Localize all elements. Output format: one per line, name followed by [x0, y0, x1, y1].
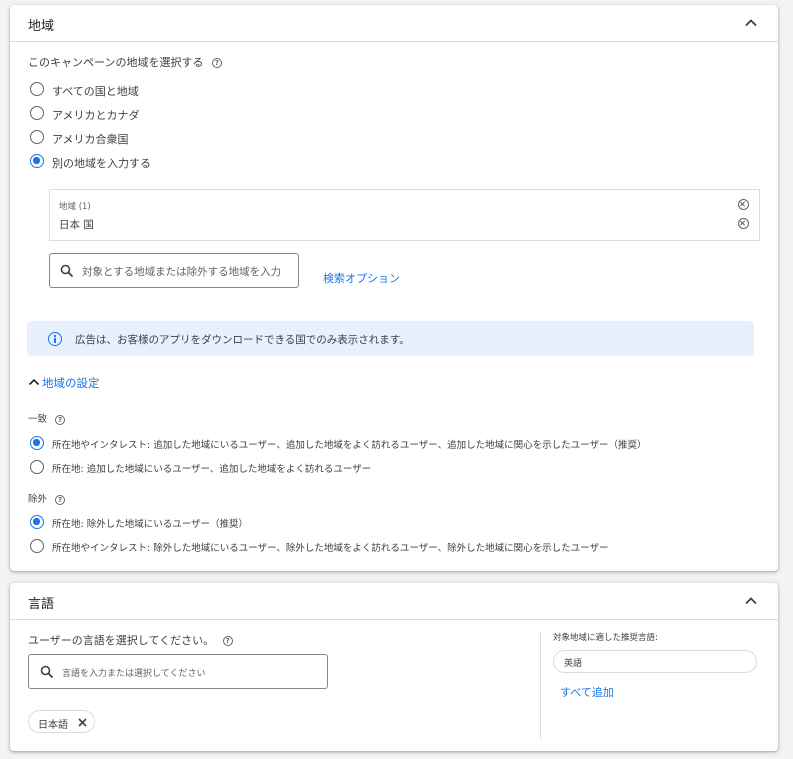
- selected-location-item: 日本 国: [59, 219, 94, 231]
- exclude-label: 除外: [28, 494, 48, 505]
- info-icon: [48, 332, 62, 346]
- language-chip-label: 日本語: [38, 720, 68, 731]
- radio-other-region[interactable]: [30, 154, 44, 168]
- add-all-link[interactable]: すべて追加: [560, 684, 614, 700]
- recommended-language-item: 英語: [564, 659, 583, 669]
- radio-exclude-presence[interactable]: [30, 515, 44, 529]
- info-message: 広告は、お客様のアプリをダウンロードできる国でのみ表示されます。: [75, 334, 410, 346]
- region-select-label: このキャンペーンの地域を選択する: [28, 56, 204, 69]
- region-option-label: アメリカとカナダ: [52, 109, 140, 122]
- language-title: 言語: [28, 597, 55, 612]
- region-option-label: 別の地域を入力する: [52, 157, 151, 170]
- region-settings-label: 地域の設定: [42, 376, 100, 390]
- region-title: 地域: [28, 19, 55, 34]
- help-icon[interactable]: ?: [55, 494, 66, 505]
- region-search-placeholder: 対象とする地域または除外する地域を入力: [82, 266, 282, 278]
- remove-location-icon[interactable]: [738, 218, 749, 229]
- language-card: 言語 ユーザーの言語を選択してください。 ? 言語を入力または選択してください …: [10, 583, 778, 751]
- region-option-label: すべての国と地域: [52, 85, 139, 98]
- help-icon[interactable]: ?: [211, 58, 222, 68]
- region-search-input[interactable]: 対象とする地域または除外する地域を入力: [49, 253, 299, 288]
- search-options-link[interactable]: 検索オプション: [323, 270, 400, 286]
- help-icon[interactable]: ?: [222, 636, 233, 646]
- exclude-option-label: 所在地: 除外した地域にいるユーザー（推奨）: [52, 519, 249, 530]
- chevron-up-icon: [28, 378, 40, 386]
- radio-us-canada[interactable]: [30, 106, 44, 120]
- language-search-placeholder: 言語を入力または選択してください: [62, 669, 206, 679]
- vertical-divider: [540, 631, 541, 739]
- language-card-header[interactable]: 言語: [10, 583, 778, 620]
- clear-all-icon[interactable]: [738, 199, 749, 210]
- radio-all-countries[interactable]: [30, 82, 44, 96]
- search-icon: [60, 264, 74, 278]
- language-chip[interactable]: 日本語: [28, 710, 95, 733]
- recommended-language-pill[interactable]: 英語: [553, 650, 757, 673]
- language-select-label: ユーザーの言語を選択してください。: [28, 634, 215, 647]
- search-icon: [40, 665, 54, 679]
- radio-exclude-presence-interest[interactable]: [30, 539, 44, 553]
- radio-include-presence[interactable]: [30, 460, 44, 474]
- selected-locations-header: 地域 (1): [59, 202, 91, 212]
- help-icon[interactable]: ?: [55, 414, 66, 425]
- region-select-label-row: このキャンペーンの地域を選択する ?: [28, 54, 222, 70]
- region-option-label: アメリカ合衆国: [52, 133, 129, 146]
- include-option-label: 所在地: 追加した地域にいるユーザー、追加した地域をよく訪れるユーザー: [52, 464, 372, 475]
- include-label: 一致: [28, 414, 48, 425]
- radio-include-presence-interest[interactable]: [30, 436, 44, 450]
- region-card: 地域 このキャンペーンの地域を選択する ? すべての国と地域 アメリカとカナダ …: [10, 5, 778, 571]
- close-icon[interactable]: [78, 718, 87, 727]
- include-option-label: 所在地やインタレスト: 追加した地域にいるユーザー、追加した地域をよく訪れるユー…: [52, 440, 647, 451]
- exclude-label-row: 除外 ?: [28, 491, 66, 505]
- exclude-option-label: 所在地やインタレスト: 除外した地域にいるユーザー、除外した地域をよく訪れるユー…: [52, 543, 609, 554]
- include-label-row: 一致 ?: [28, 411, 66, 425]
- chevron-up-icon[interactable]: [742, 14, 760, 32]
- language-search-input[interactable]: 言語を入力または選択してください: [28, 654, 328, 689]
- selected-locations-box: 地域 (1) 日本 国: [49, 189, 760, 241]
- recommended-languages-label: 対象地域に適した推奨言語:: [553, 633, 658, 643]
- radio-us[interactable]: [30, 130, 44, 144]
- info-banner: 広告は、お客様のアプリをダウンロードできる国でのみ表示されます。: [27, 321, 754, 356]
- language-select-label-row: ユーザーの言語を選択してください。 ?: [28, 632, 233, 648]
- chevron-up-icon[interactable]: [742, 592, 760, 610]
- region-card-header[interactable]: 地域: [10, 5, 778, 42]
